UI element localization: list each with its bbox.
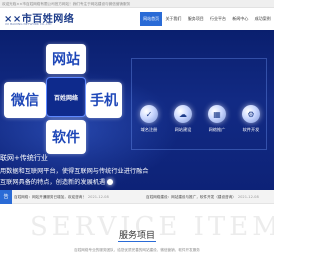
banner-headline: 联网+传统行业 (0, 154, 48, 162)
puzzle-piece-mobile: 手机 (86, 82, 122, 118)
nav-item-industry[interactable]: 行业平台 (207, 12, 229, 26)
tile-label: 网站建设 (174, 127, 192, 132)
services-title: 服务项目 (118, 231, 155, 241)
news-item[interactable]: 百姓网络建设：网站建设与推广，软件开发（建设咨询） 2021-12-08 (146, 190, 259, 204)
nav-item-services[interactable]: 服务项目 (185, 12, 207, 26)
tile-label: 域名注册 (140, 127, 158, 132)
main-nav: 网站首页 关于我们 服务项目 行业平台 新闻中心 成功案例 (140, 12, 274, 26)
domain-icon: ✓ (140, 105, 158, 123)
tile-domain[interactable]: ✓ 域名注册 (132, 99, 166, 145)
nav-item-home[interactable]: 网站首页 (140, 12, 163, 26)
news-date: 2021-12-08 (237, 195, 259, 199)
top-info-bar: 欢迎光临××市百姓网络有限公司官方网站！我们专注于网站建设与微信营销服务 (0, 0, 274, 8)
cloud-icon: ☁ (174, 105, 192, 123)
news-date: 2021-12-08 (87, 195, 109, 199)
nav-item-cases[interactable]: 成功案例 (251, 12, 273, 26)
puzzle-graphic: 网站 微信 百姓网络 手机 软件 (2, 44, 122, 162)
banner-description-text: 互联网具备的特点，创造新的发展机遇 (0, 179, 106, 186)
site-header: ××市百姓网络 XX BAIXING NETWORK CO.,LTD 网站首页 … (0, 8, 274, 30)
banner-description-line-1: 用数据和互联网平台，使得互联网与传统行业进行融合 (0, 168, 149, 175)
news-title: 百姓网络建设：网站建设与推广，软件开发（建设咨询） (146, 195, 236, 199)
puzzle-piece-software: 软件 (46, 120, 86, 154)
tile-label: 软件开发 (242, 127, 260, 132)
service-tiles-panel: ✓ 域名注册 ☁ 网站建设 ▦ 网络推广 ⚙ 软件开发 (131, 58, 267, 150)
banner-description-line-2: 互联网具备的特点，创造新的发展机遇 (0, 177, 114, 186)
puzzle-piece-website: 网站 (46, 44, 86, 74)
news-ticker: 告 百姓网络：网站开通服务已增加，欢迎咨询！ 2021-12-08 百姓网络建设：… (0, 190, 274, 204)
logo[interactable]: ××市百姓网络 XX BAIXING NETWORK CO.,LTD (0, 10, 74, 28)
puzzle-piece-brand: 百姓网络 (46, 77, 86, 117)
tile-website[interactable]: ☁ 网站建设 (166, 99, 200, 145)
title-underline (118, 241, 156, 242)
news-tag: 告 (0, 190, 12, 204)
news-title: 百姓网络：网站开通服务已增加，欢迎咨询！ (14, 195, 86, 199)
tile-software[interactable]: ⚙ 软件开发 (234, 99, 268, 145)
nav-item-news[interactable]: 新闻中心 (229, 12, 251, 26)
puzzle-piece-wechat: 微信 (4, 82, 46, 118)
sparkle-icon (107, 179, 114, 185)
services-section: SERVICE ITEMS 服务项目 百姓网络专业的服务团队，给您优质完善的网站… (0, 204, 274, 258)
news-item[interactable]: 百姓网络：网站开通服务已增加，欢迎咨询！ 2021-12-08 (14, 190, 109, 204)
logo-subtitle: XX BAIXING NETWORK CO.,LTD (5, 22, 52, 26)
nav-item-about[interactable]: 关于我们 (162, 12, 184, 26)
top-info-text: 欢迎光临××市百姓网络有限公司官方网站！我们专注于网站建设与微信营销服务 (2, 2, 131, 6)
tile-label: 网络推广 (208, 127, 226, 132)
gear-icon: ⚙ (242, 105, 260, 123)
tile-promotion[interactable]: ▦ 网络推广 (200, 99, 234, 145)
services-subtitle: 百姓网络专业的服务团队，给您优质完善的网站建设、微信营销、软件开发服务 (74, 248, 200, 252)
hero-banner: 网站 微信 百姓网络 手机 软件 ✓ 域名注册 ☁ 网站建设 ▦ 网络推广 ⚙ … (0, 30, 274, 190)
promotion-icon: ▦ (208, 105, 226, 123)
